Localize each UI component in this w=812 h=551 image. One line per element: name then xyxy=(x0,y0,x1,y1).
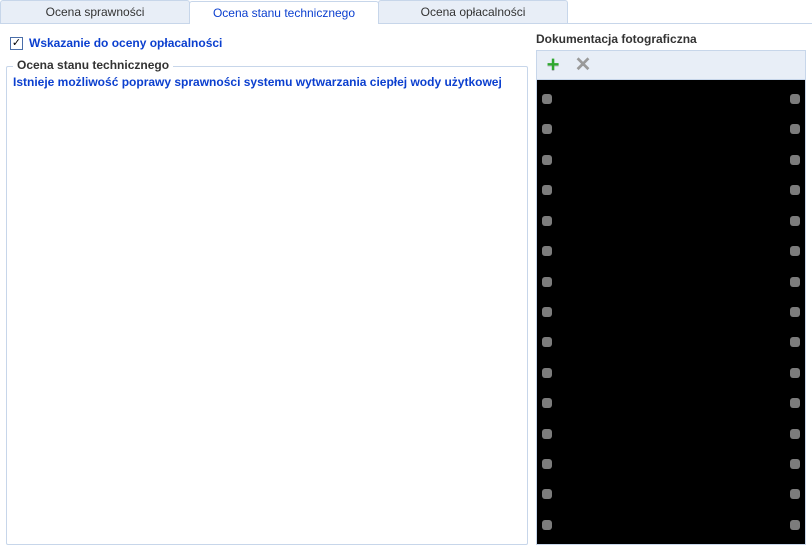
left-pane: ✓ Wskazanie do oceny opłacalności Ocena … xyxy=(6,28,528,545)
tab-bar: Ocena sprawności Ocena stanu techniczneg… xyxy=(0,0,812,24)
film-sprocket-hole xyxy=(542,307,552,317)
tab-ocena-sprawnosci[interactable]: Ocena sprawności xyxy=(0,0,190,23)
film-sprocket-hole xyxy=(790,246,800,256)
film-sprocket-hole xyxy=(790,489,800,499)
film-sprocket-hole xyxy=(542,277,552,287)
film-sprocket-hole xyxy=(790,337,800,347)
film-sprocket-hole xyxy=(542,155,552,165)
film-sprocket-hole xyxy=(790,398,800,408)
film-sprocket-hole xyxy=(790,429,800,439)
technical-condition-group: Ocena stanu technicznego Istnieje możliw… xyxy=(6,66,528,545)
film-sprocket-hole xyxy=(790,307,800,317)
film-sprocket-hole xyxy=(790,124,800,134)
film-sprocket-hole xyxy=(542,459,552,469)
technical-condition-title: Ocena stanu technicznego xyxy=(13,58,173,72)
film-sprocket-hole xyxy=(542,398,552,408)
x-icon: ✕ xyxy=(575,55,592,75)
film-sprocket-hole xyxy=(542,124,552,134)
photo-docs-title: Dokumentacja fotograficzna xyxy=(536,28,806,50)
film-strip-area[interactable] xyxy=(536,79,806,545)
photo-docs-toolbar: + ✕ xyxy=(536,50,806,79)
tab-ocena-oplacalnosci[interactable]: Ocena opłacalności xyxy=(378,0,568,23)
film-sprocket-hole xyxy=(790,94,800,104)
film-sprocket-hole xyxy=(790,520,800,530)
indication-checkbox[interactable]: ✓ xyxy=(10,37,23,50)
indication-label: Wskazanie do oceny opłacalności xyxy=(29,36,222,50)
film-sprocket-hole xyxy=(542,489,552,499)
film-sprocket-hole xyxy=(542,368,552,378)
film-sprocket-hole xyxy=(790,459,800,469)
film-center xyxy=(557,80,785,544)
indication-row: ✓ Wskazanie do oceny opłacalności xyxy=(6,28,528,50)
film-sprocket-hole xyxy=(790,185,800,195)
film-sprocket-hole xyxy=(790,216,800,226)
film-sprocket-right xyxy=(785,80,805,544)
plus-icon: + xyxy=(547,54,560,76)
film-sprocket-hole xyxy=(790,155,800,165)
film-sprocket-hole xyxy=(542,337,552,347)
delete-photo-button[interactable]: ✕ xyxy=(573,55,593,75)
window-root: Ocena sprawności Ocena stanu techniczneg… xyxy=(0,0,812,551)
film-sprocket-hole xyxy=(790,368,800,378)
film-sprocket-hole xyxy=(542,246,552,256)
tab-ocena-stanu-technicznego[interactable]: Ocena stanu technicznego xyxy=(189,1,379,24)
film-sprocket-hole xyxy=(542,216,552,226)
film-sprocket-hole xyxy=(542,94,552,104)
add-photo-button[interactable]: + xyxy=(543,55,563,75)
film-sprocket-hole xyxy=(542,185,552,195)
photo-docs-pane: Dokumentacja fotograficzna + ✕ xyxy=(536,28,806,545)
film-sprocket-left xyxy=(537,80,557,544)
film-sprocket-hole xyxy=(542,429,552,439)
technical-condition-message[interactable]: Istnieje możliwość poprawy sprawności sy… xyxy=(13,75,502,89)
film-sprocket-hole xyxy=(790,277,800,287)
film-sprocket-hole xyxy=(542,520,552,530)
content-area: ✓ Wskazanie do oceny opłacalności Ocena … xyxy=(0,24,812,551)
